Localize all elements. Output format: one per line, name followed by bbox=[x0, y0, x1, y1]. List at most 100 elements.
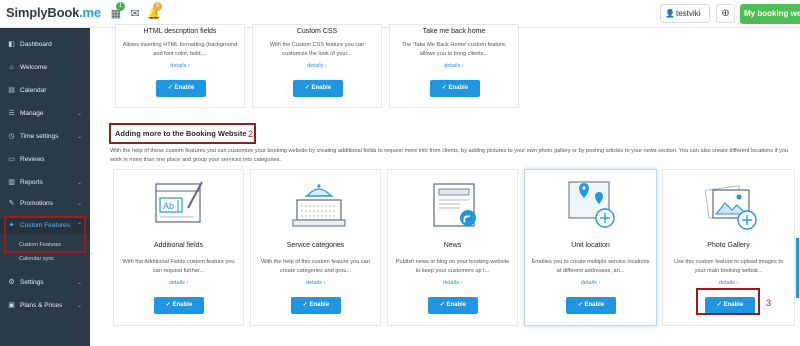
details-link[interactable]: details › bbox=[388, 280, 517, 286]
sidebar-subitem-label: Calendar sync bbox=[19, 256, 55, 262]
chevron-down-icon: ⌄ bbox=[76, 303, 82, 309]
details-link[interactable]: details › bbox=[253, 63, 381, 69]
logo-text: SimplyBook bbox=[6, 5, 80, 20]
sidebar-item-reports[interactable]: ▥ Reports ⌄ bbox=[0, 175, 90, 191]
my-booking-website-button[interactable]: My booking webs bbox=[740, 4, 800, 24]
feature-card-additional-fields: Ab Additional fields With the Additional… bbox=[113, 169, 244, 326]
sidebar-item-label: Calendar bbox=[20, 87, 47, 94]
details-link[interactable]: details › bbox=[114, 280, 243, 286]
svg-text:Ab: Ab bbox=[163, 201, 174, 211]
scrollbar-thumb[interactable] bbox=[796, 238, 799, 298]
enable-button[interactable]: ✓ Enable bbox=[566, 297, 616, 314]
details-link[interactable]: details › bbox=[525, 280, 656, 286]
card-desc: Publish news or blog on your booking web… bbox=[395, 259, 510, 274]
clock-icon: ◷ bbox=[8, 133, 15, 140]
enable-button[interactable]: ✓ Enable bbox=[154, 297, 204, 314]
main-content: HTML description fields Allows inserting… bbox=[90, 24, 800, 346]
details-link[interactable]: details › bbox=[390, 63, 518, 69]
calendar-icon: ▤ bbox=[8, 87, 15, 94]
card-desc: Enables you to create multiple service l… bbox=[531, 259, 650, 274]
section-title: Adding more to the Booking Website bbox=[109, 123, 256, 144]
gear-icon: ⚙ bbox=[8, 279, 15, 286]
card-title: Custom CSS bbox=[296, 28, 338, 35]
sidebar-item-label: Reports bbox=[20, 179, 43, 186]
section-description: With the help of these custom features y… bbox=[110, 148, 789, 163]
logo-suffix: .me bbox=[79, 5, 101, 20]
feature-card-take-me-back-home: Take me back home The 'Take Me Back Home… bbox=[389, 24, 519, 108]
card-title: Take me back home bbox=[422, 28, 486, 35]
sidebar-item-reviews[interactable]: ▭ Reviews bbox=[0, 152, 90, 168]
details-link[interactable]: details › bbox=[116, 63, 244, 69]
home-icon: ⌂ bbox=[9, 64, 14, 71]
chevron-down-icon: ⌄ bbox=[76, 134, 82, 140]
sidebar-item-label: Dashboard bbox=[20, 41, 52, 48]
reviews-icon: ▭ bbox=[8, 156, 15, 163]
sidebar-subitem-calendar-sync[interactable]: Calendar sync bbox=[0, 253, 90, 265]
sidebar-item-time-settings[interactable]: ◷ Time settings ⌄ bbox=[0, 129, 90, 145]
user-menu[interactable]: 👤 testviki bbox=[660, 4, 710, 23]
additional-fields-icon: Ab bbox=[155, 181, 203, 223]
card-title: Unit location bbox=[571, 242, 610, 249]
annotation-number-3: 3 bbox=[766, 298, 772, 308]
news-icon bbox=[433, 183, 476, 227]
annotation-box-1 bbox=[4, 216, 86, 253]
sidebar-item-label: Manage bbox=[20, 110, 44, 117]
card-desc: Use this custom feature to upload images… bbox=[673, 259, 784, 274]
user-name: testviki bbox=[676, 9, 701, 18]
card-desc: The 'Take Me Back Home' custom feature, … bbox=[401, 42, 507, 57]
service-categories-icon bbox=[292, 184, 346, 227]
annotation-box-3 bbox=[696, 288, 760, 315]
enable-button[interactable]: ✓ Enable bbox=[293, 80, 343, 97]
language-globe-icon[interactable]: ⊕ bbox=[716, 4, 735, 23]
details-link[interactable]: details › bbox=[251, 280, 380, 286]
card-desc: With the Custom CSS feature you can cust… bbox=[269, 42, 365, 57]
feature-card-html-description: HTML description fields Allows inserting… bbox=[115, 24, 245, 108]
photo-gallery-icon bbox=[705, 185, 757, 230]
sidebar-item-label: Time settings bbox=[20, 133, 59, 140]
card-title: Service categories bbox=[286, 242, 345, 249]
card-desc: With the Additional Fields custom featur… bbox=[122, 259, 235, 274]
sidebar-item-manage[interactable]: ☰ Manage ⌄ bbox=[0, 106, 90, 122]
sidebar-item-label: Promotions bbox=[20, 200, 53, 207]
dashboard-icon: ◧ bbox=[8, 41, 15, 48]
sidebar: ◧ Dashboard ⌂ Welcome ▤ Calendar ☰ Manag… bbox=[0, 28, 90, 346]
sidebar-item-plans-prices[interactable]: ▣ Plans & Prices ⌄ bbox=[0, 298, 90, 314]
promotions-icon: ✎ bbox=[8, 200, 15, 207]
manage-icon: ☰ bbox=[8, 110, 15, 117]
unit-location-icon bbox=[568, 181, 615, 228]
notifications-badge: 9 bbox=[153, 2, 162, 11]
enable-button[interactable]: ✓ Enable bbox=[291, 297, 341, 314]
feature-card-news: News Publish news or blog on your bookin… bbox=[387, 169, 518, 326]
card-title: News bbox=[443, 242, 462, 249]
chevron-down-icon: ⌄ bbox=[76, 111, 82, 117]
sidebar-item-label: Welcome bbox=[20, 64, 47, 71]
sidebar-item-label: Settings bbox=[20, 279, 44, 286]
enable-button[interactable]: ✓ Enable bbox=[430, 80, 480, 97]
reports-icon: ▥ bbox=[8, 179, 15, 186]
chevron-down-icon: ⌄ bbox=[76, 280, 82, 286]
card-desc: Allows inserting HTML formatting (backgr… bbox=[122, 42, 238, 57]
sidebar-item-welcome[interactable]: ⌂ Welcome bbox=[0, 60, 90, 76]
enable-button[interactable]: ✓ Enable bbox=[156, 80, 206, 97]
sidebar-item-promotions[interactable]: ✎ Promotions ⌄ bbox=[0, 196, 90, 212]
sidebar-item-settings[interactable]: ⚙ Settings ⌄ bbox=[0, 275, 90, 291]
chevron-down-icon: ⌄ bbox=[76, 180, 82, 186]
mail-icon[interactable]: ✉ bbox=[127, 6, 143, 22]
enable-button[interactable]: ✓ Enable bbox=[428, 297, 478, 314]
chevron-down-icon: ⌄ bbox=[76, 201, 82, 207]
annotation-number-2: 2 bbox=[248, 129, 254, 139]
sidebar-item-label: Reviews bbox=[20, 156, 45, 163]
dashboard-badge: 1 bbox=[116, 2, 125, 11]
user-icon: 👤 bbox=[665, 9, 675, 18]
feature-card-service-categories: Service categories With the help of this… bbox=[250, 169, 381, 326]
sidebar-item-label: Plans & Prices bbox=[20, 302, 63, 309]
card-title: Additional fields bbox=[153, 242, 204, 249]
sidebar-item-dashboard[interactable]: ◧ Dashboard bbox=[0, 37, 90, 53]
card-title: Photo Gallery bbox=[707, 242, 750, 249]
card-desc: With the help of this custom feature you… bbox=[261, 259, 370, 274]
card-title: HTML description fields bbox=[143, 28, 217, 35]
logo[interactable]: SimplyBook.me bbox=[6, 5, 101, 20]
sidebar-item-calendar[interactable]: ▤ Calendar bbox=[0, 83, 90, 99]
plans-icon: ▣ bbox=[8, 302, 15, 309]
details-link[interactable]: details › bbox=[663, 280, 794, 286]
